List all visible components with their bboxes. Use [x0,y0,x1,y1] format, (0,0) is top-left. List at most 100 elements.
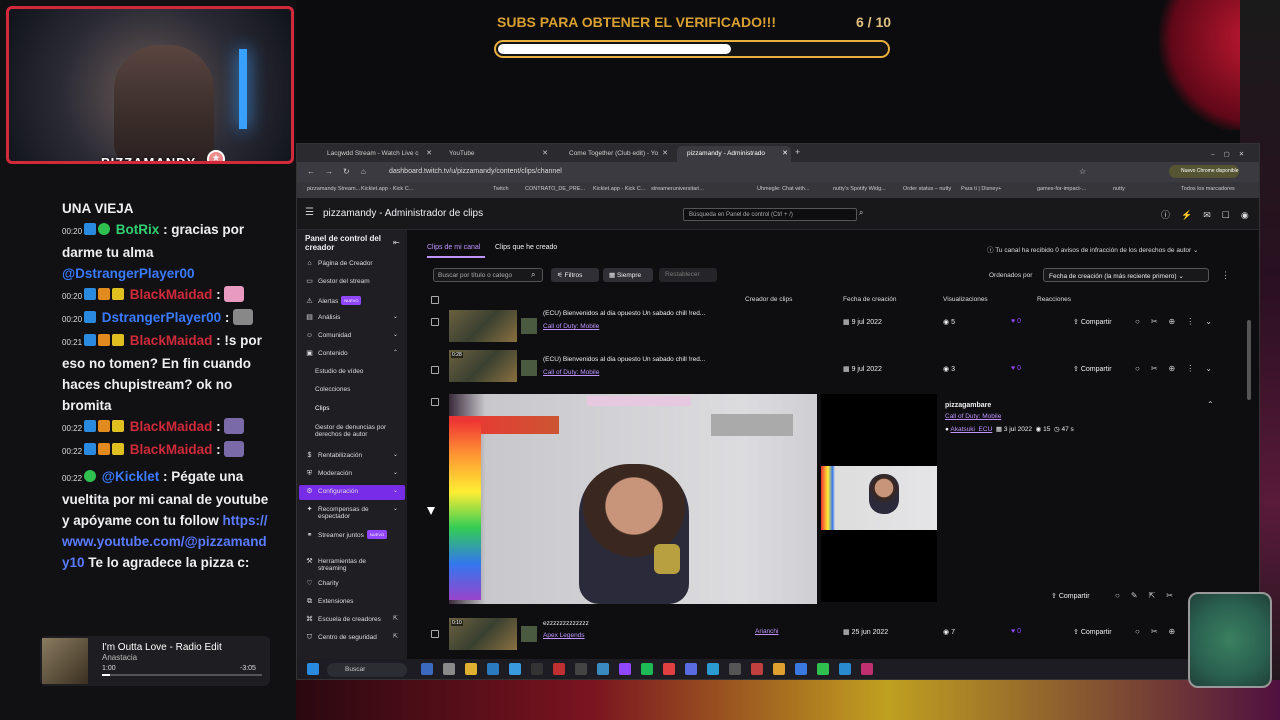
sidebar-item[interactable]: Colecciones [315,386,350,393]
search-icon[interactable]: ⌕ [531,270,535,280]
dashboard-search-input[interactable]: Búsqueda en Panel de control (Ctrl + /) [683,208,857,221]
chevron-icon[interactable]: ⌄ [393,470,398,477]
taskbar-app-icon[interactable] [597,663,609,675]
bookmark-item[interactable]: nutty [1113,186,1125,192]
sidebar-item[interactable]: ⚒ Herramientas de streaming [305,558,392,572]
clip-title[interactable]: ezzzzzzzzzzzzz [543,620,589,627]
clip-title[interactable]: (ECU) Bienvenidos al dia opuesto Un saba… [543,310,705,317]
select-all-checkbox[interactable] [431,296,439,304]
url-field[interactable]: dashboard.twitch.tv/u/pizzamandy/content… [389,166,989,179]
bookmark-item[interactable]: Twitch [493,186,509,192]
clip-row[interactable]: 0:10 ezzzzzzzzzzzzz Apex Legends Arianch… [407,618,1237,662]
window-controls[interactable]: –▢✕ [1201,146,1259,162]
sidebar-item[interactable]: ⌂ Página de Creador [305,260,372,267]
share-button[interactable]: ⇪ Compartir [1073,628,1112,636]
chat-mention[interactable]: @DstrangerPlayer00 [62,266,194,281]
taskbar-app-icon[interactable] [839,663,851,675]
sidebar-item[interactable]: Estudio de vídeo [315,368,363,375]
taskbar-app-icon[interactable] [487,663,499,675]
clip-video-player[interactable] [449,394,817,604]
chat-username[interactable]: BlackMaidad [130,333,213,348]
bookmark-item[interactable]: games-for-impact-... [1037,186,1086,192]
collapse-row-icon[interactable]: ⌃ [1207,400,1214,409]
search-icon[interactable]: ⌕ [859,208,871,221]
row-actions[interactable]: ○✎⇱✂ [1115,591,1184,600]
clip-thumbnail[interactable] [449,310,517,342]
clip-creator[interactable]: Arianchi [755,628,778,635]
row-checkbox[interactable] [431,398,439,406]
filters-button[interactable]: ⚟ Filtros [551,268,599,282]
taskbar-app-icon[interactable] [421,663,433,675]
menu-icon[interactable]: ☰ [305,207,315,218]
external-link-icon[interactable]: ⇱ [393,634,398,641]
sidebar-item[interactable]: Clips [315,405,329,412]
row-actions[interactable]: ○✂⊕ [1135,627,1186,636]
clip-search-input[interactable]: Buscar por título o catego [433,268,543,282]
share-button[interactable]: ⇪ Compartir [1073,318,1112,326]
clip-game[interactable]: Apex Legends [543,632,585,639]
chevron-icon[interactable]: ⌃ [393,350,398,357]
row-checkbox[interactable] [431,630,439,638]
taskbar-app-icon[interactable] [443,663,455,675]
close-icon[interactable]: ✕ [426,149,432,157]
taskbar-search[interactable]: Buscar [327,663,407,677]
clip-row[interactable]: 0:28 (ECU) Bienvenidos al dia opuesto Un… [407,350,1237,394]
clip-game[interactable]: Call of Duty: Mobile [945,413,1001,420]
windows-start-icon[interactable] [307,663,319,675]
collapse-sidebar-icon[interactable]: ⇤ [393,238,400,247]
spotify-icon[interactable] [641,663,653,675]
sidebar-item[interactable]: ▭ Gestor del stream [305,278,369,285]
sidebar-item[interactable]: Gestor de denuncias por derechos de auto… [315,424,389,438]
sidebar-item[interactable]: ⚠ Alertas NUEVO [305,296,362,305]
sidebar-item[interactable]: ▣ Contenido ⌃ [305,350,398,357]
row-checkbox[interactable] [431,318,439,326]
edge-icon[interactable] [509,663,521,675]
sidebar-item[interactable]: ⛉ Centro de seguridad ⇱ [305,634,398,641]
chevron-icon[interactable]: ⌄ [393,314,398,321]
chevron-icon[interactable]: ⌄ [393,332,398,339]
folder-icon[interactable] [465,663,477,675]
share-button[interactable]: ⇪ Compartir [1051,592,1090,600]
tab-clips-i-created[interactable]: Clips que he creado [495,244,557,251]
back-icon[interactable]: ← [307,167,315,176]
taskbar-app-icon[interactable] [795,663,807,675]
bookmark-item[interactable]: Uhmegle: Chat with... [757,186,810,192]
bookmark-item[interactable]: streameruniversitari... [651,186,704,192]
browser-tab-active[interactable]: pizzamandy - Administrado ✕ [677,146,791,162]
chevron-icon[interactable]: ⌄ [393,488,398,495]
chevron-icon[interactable]: ⌄ [393,506,398,513]
chevron-icon[interactable]: ⌄ [393,452,398,459]
chat-username[interactable]: DstrangerPlayer00 [102,310,221,325]
sidebar-item[interactable]: ⚙ Configuración ⌄ [305,488,398,495]
period-button[interactable]: ▦ Siempre [603,268,653,282]
bookmark-item[interactable]: Para ti | Disney+ [961,186,1001,192]
bookmark-item[interactable]: Todos los marcadores [1181,186,1235,192]
clip-row[interactable]: (ECU) Bienvenidos al dia opuesto Un saba… [407,310,1237,354]
taskbar-app-icon[interactable] [575,663,587,675]
chat-username[interactable]: BlackMaidad [130,442,213,457]
bookmark-star-icon[interactable]: ☆ [1079,167,1086,176]
chat-username[interactable]: BlackMaidad [130,287,213,302]
taskbar-app-icon[interactable] [707,663,719,675]
close-icon[interactable]: ✕ [542,149,548,157]
reset-button[interactable]: Restablecer [659,268,717,282]
row-actions[interactable]: ○✂⊕⋮⌄ [1135,364,1223,373]
close-icon[interactable]: ✕ [662,149,668,157]
topbar-icons[interactable]: ⓘ⚡✉☐◉ [1161,208,1259,221]
clip-preview-thumbnail[interactable] [821,466,937,530]
sidebar-item[interactable]: ⚭ Streamer juntos NUEVO [305,530,388,539]
twitch-icon[interactable] [619,663,631,675]
discord-icon[interactable] [685,663,697,675]
sidebar-item[interactable]: ⛨ Moderación ⌄ [305,470,398,477]
bookmark-item[interactable]: pizzamandy Stream... [307,186,360,192]
close-icon[interactable]: ✕ [782,149,788,157]
taskbar-app-icon[interactable] [663,663,675,675]
new-tab-icon[interactable]: + [793,146,807,162]
taskbar-app-icon[interactable] [751,663,763,675]
home-icon[interactable]: ⌂ [361,167,366,176]
clip-creator[interactable]: Akatsuki_ECU [950,426,992,433]
taskbar-app-icon[interactable] [531,663,543,675]
bookmark-item[interactable]: nutty's Spotify Widg... [833,186,886,192]
bookmark-item[interactable]: CONTRATO_DE_PRE... [525,186,585,192]
sidebar-item[interactable]: ♡ Charity [305,580,338,587]
